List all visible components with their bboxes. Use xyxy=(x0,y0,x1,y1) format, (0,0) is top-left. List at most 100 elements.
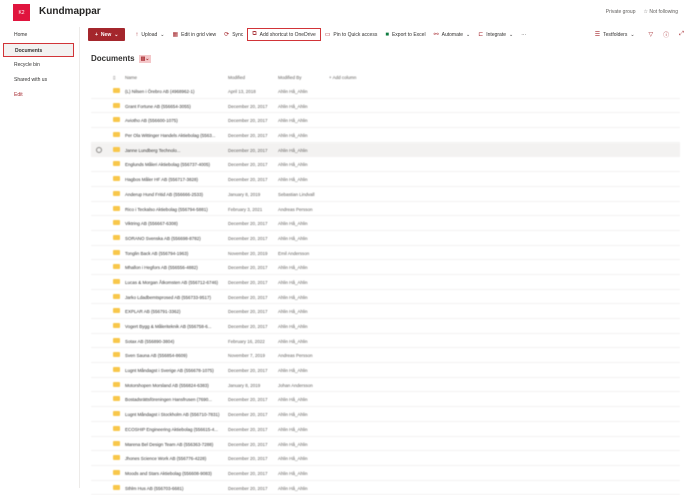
table-row[interactable]: Aviotho AB (556600-1075) December 20, 201… xyxy=(91,113,680,129)
row-modified: November 7, 2019 xyxy=(228,353,266,359)
row-name[interactable]: Lugnt Måndagst i Stockholm AB (556710-78… xyxy=(125,412,220,417)
table-row[interactable]: Per Ola Wittinger Handels Aktiebolag (55… xyxy=(91,128,680,143)
export-excel-button[interactable]: ■ Export to Excel xyxy=(381,28,429,41)
table-row[interactable]: Tonglin Back AB (556794-1963) November 20… xyxy=(91,246,680,261)
table-row[interactable]: EXPLAR AB (556791-3362) December 20, 2017… xyxy=(91,304,680,319)
row-name[interactable]: Lucas & Morgan Åtkomsten AB (556712-6746… xyxy=(125,280,218,285)
row-name[interactable]: Per Ola Wittinger Handels Aktiebolag (55… xyxy=(125,133,216,138)
folder-icon xyxy=(113,381,120,387)
table-row[interactable]: Hagbos Måler HF AB (556717-3828) December… xyxy=(91,172,680,187)
upload-button[interactable]: ↑ Upload ⌄ xyxy=(131,28,168,41)
folder-icon xyxy=(113,484,120,490)
row-modified-by: Ahlin Hå_Ahlin xyxy=(278,441,308,447)
pin-quick-access-button[interactable]: ▭ Pin to Quick access xyxy=(321,28,382,41)
table-row[interactable]: Sotax AB (556890-3804) February 16, 2022 A… xyxy=(91,334,680,349)
sync-button[interactable]: ⟳ Sync xyxy=(220,28,247,41)
table-row[interactable]: Viktring AB (556667-6308) December 20, 20… xyxy=(91,216,680,231)
table-row[interactable]: Vogert Bygg & Måleriteknik AB (556758-6.… xyxy=(91,319,680,334)
table-row[interactable]: Lugnt Måndagst i Stockholm AB (556710-78… xyxy=(91,407,680,422)
row-name[interactable]: SORANO Svenska AB (556698-8782) xyxy=(125,236,201,241)
row-name[interactable]: Vogert Bygg & Måleriteknik AB (556758-6.… xyxy=(125,324,212,329)
row-name[interactable]: Sthlm Hus AB (556703-6681) xyxy=(125,486,184,491)
new-button[interactable]: + New ⌄ xyxy=(88,28,126,41)
row-modified: December 20, 2017 xyxy=(228,309,268,315)
add-shortcut-button[interactable]: ⧉ Add shortcut to OneDrive xyxy=(247,28,321,41)
row-name[interactable]: Viktring AB (556667-6308) xyxy=(125,221,178,226)
row-modified-by: Ahlin Hå_Ahlin xyxy=(278,221,308,227)
row-name[interactable]: Rico i Teckalso Aktiebolag (556794-5881) xyxy=(125,207,208,212)
expand-icon[interactable]: ⤢ xyxy=(679,31,684,38)
folder-icon xyxy=(113,249,120,255)
row-name[interactable]: Grant Fortune AB (556654-3055) xyxy=(125,104,191,109)
row-name[interactable]: Englunds Måleri Aktiebolag (556737-4005) xyxy=(125,162,210,167)
automate-button[interactable]: ⚯ Automate ⌄ xyxy=(430,28,475,41)
row-modified-by: Ahlin Hå_Ahlin xyxy=(278,177,308,183)
table-row[interactable]: Rico i Teckalso Aktiebolag (556794-5881)… xyxy=(91,202,680,217)
edit-grid-label: Edit in grid view xyxy=(181,31,217,38)
table-row[interactable]: Motorshopen Morsland AB (556824-6383) Jan… xyxy=(91,378,680,393)
table-row[interactable]: Moods and Stars Aktiebolag (556608-9083)… xyxy=(91,466,680,481)
edit-grid-button[interactable]: ▦ Edit in grid view xyxy=(168,28,220,41)
row-name[interactable]: Hagbos Måler HF AB (556717-3828) xyxy=(125,177,198,182)
table-row[interactable]: Bostadsrättsföreningen Hansfrusen (7690.… xyxy=(91,392,680,408)
row-name[interactable]: Aviotho AB (556600-1075) xyxy=(125,118,178,123)
row-name[interactable]: Jhones Science Work AB (556776-4228) xyxy=(125,456,206,461)
sidebar-item-shared-with-us[interactable]: Shared with us xyxy=(3,73,74,87)
row-modified-by: Ahlin Hå_Ahlin xyxy=(278,338,308,344)
row-modified-by: Ahlin Hå_Ahlin xyxy=(278,470,308,476)
row-name[interactable]: Tonglin Back AB (556794-1963) xyxy=(125,251,188,256)
column-modified-by[interactable]: Modified By xyxy=(278,75,302,80)
row-name[interactable]: ECOSHIP Engineering Aktiebolag (556615-4… xyxy=(125,427,218,432)
row-name[interactable]: Janne Lundberg Technolo... xyxy=(125,148,180,153)
table-row[interactable]: Sven Sauna AB (556854-8609) November 7, 2… xyxy=(91,348,680,364)
sidebar-edit-link[interactable]: Edit xyxy=(3,88,74,102)
row-name[interactable]: Lugnt Måndagst i Sverige AB (556678-1075… xyxy=(125,368,214,373)
site-logo[interactable]: K2 xyxy=(13,4,30,21)
library-view-icon[interactable]: ▥⌄ xyxy=(138,54,152,63)
add-column-button[interactable]: + Add column xyxy=(329,75,356,80)
column-name[interactable]: Name xyxy=(125,75,137,80)
table-row[interactable]: Jarko Ldadbemtsprosed AB (556733-9517) De… xyxy=(91,290,680,305)
row-name[interactable]: Jarko Ldadbemtsprosed AB (556733-9517) xyxy=(125,295,211,300)
table-row[interactable]: Anderup Hund Fritid AB (556666-2533) Janu… xyxy=(91,187,680,202)
table-row[interactable]: Grant Fortune AB (556654-3055) December 2… xyxy=(91,99,680,114)
folder-icon xyxy=(113,337,120,343)
table-row[interactable]: Jhones Science Work AB (556776-4228) Dece… xyxy=(91,451,680,466)
table-row[interactable]: Mhallon i Hegfors AB (556556-4882) Decemb… xyxy=(91,260,680,275)
follow-button[interactable]: ☆ Not following xyxy=(643,9,678,15)
folder-icon xyxy=(113,440,120,446)
folder-icon xyxy=(113,411,120,417)
column-modified[interactable]: Modified xyxy=(228,75,245,80)
page-title: Documents xyxy=(91,54,135,63)
sidebar-item-documents[interactable]: Documents xyxy=(3,43,74,57)
filter-icon[interactable]: ▽ xyxy=(649,31,654,38)
table-row[interactable]: Englunds Måleri Aktiebolag (556737-4005)… xyxy=(91,157,680,173)
sidebar-item-recycle-bin[interactable]: Recycle bin xyxy=(3,58,74,72)
site-title[interactable]: Kundmappar xyxy=(39,6,101,17)
table-row[interactable]: ECOSHIP Engineering Aktiebolag (556615-4… xyxy=(91,422,680,437)
table-row[interactable]: SORANO Svenska AB (556698-8782) December … xyxy=(91,231,680,246)
view-selector[interactable]: ☰ Testfolders ⌄ xyxy=(591,28,639,41)
row-name[interactable]: Anderup Hund Fritid AB (556666-2533) xyxy=(125,192,203,197)
row-name[interactable]: Marena Bel Design Team AB (556363-7288) xyxy=(125,442,213,447)
table-row[interactable]: Lugnt Måndagst i Sverige AB (556678-1075… xyxy=(91,363,680,378)
row-name[interactable]: EXPLAR AB (556791-3362) xyxy=(125,309,181,314)
row-name[interactable]: (L) Nilsen i Örebro AB (4968962-1) xyxy=(125,89,195,94)
table-row[interactable]: Marena Bel Design Team AB (556363-7288) D… xyxy=(91,437,680,452)
row-name[interactable]: Bostadsrättsföreningen Hansfrusen (7690.… xyxy=(125,397,212,402)
row-name[interactable]: Motorshopen Morsland AB (556824-6383) xyxy=(125,383,209,388)
table-row[interactable]: Lucas & Morgan Åtkomsten AB (556712-6746… xyxy=(91,275,680,290)
row-modified-by: Ahlin Hå_Ahlin xyxy=(278,279,308,285)
table-row[interactable]: Janne Lundberg Technolo... December 20, 2… xyxy=(91,142,680,158)
row-name[interactable]: Moods and Stars Aktiebolag (556608-9083) xyxy=(125,471,212,476)
integrate-button[interactable]: ⊏ Integrate ⌄ xyxy=(474,28,517,41)
table-row[interactable]: (L) Nilsen i Örebro AB (4968962-1) April … xyxy=(91,84,680,99)
row-select-radio[interactable] xyxy=(96,146,102,153)
chevron-down-icon: ⌄ xyxy=(466,31,471,38)
more-button[interactable]: ··· xyxy=(517,28,530,41)
row-name[interactable]: Mhallon i Hegfors AB (556556-4882) xyxy=(125,265,198,270)
row-name[interactable]: Sotax AB (556890-3804) xyxy=(125,339,174,344)
info-icon[interactable]: ⓘ xyxy=(663,30,669,39)
sidebar-item-home[interactable]: Home xyxy=(3,28,74,42)
row-name[interactable]: Sven Sauna AB (556854-8609) xyxy=(125,353,187,358)
